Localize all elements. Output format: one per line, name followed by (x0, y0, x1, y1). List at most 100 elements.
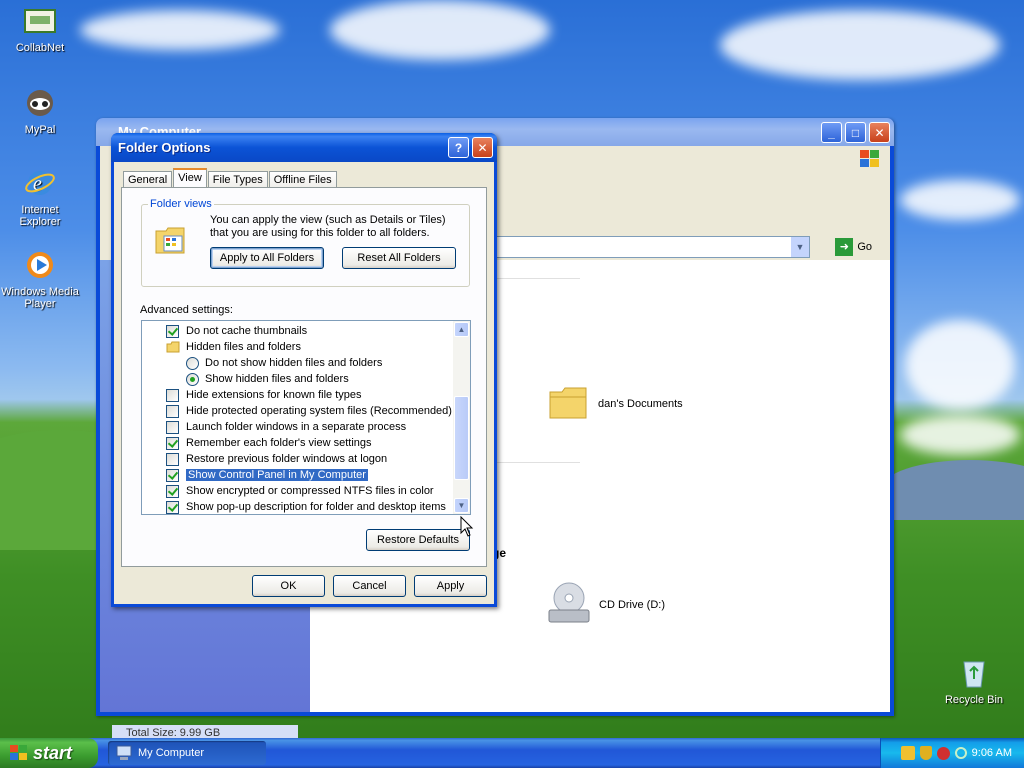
setting-label: Restore previous folder windows at logon (186, 453, 388, 465)
desktop-icon-recycle-bin[interactable]: Recycle Bin (934, 656, 1014, 706)
radio-button[interactable] (186, 372, 199, 386)
internet-explorer-icon: e (23, 166, 57, 200)
restore-defaults-button[interactable]: Restore Defaults (366, 529, 470, 551)
setting-row[interactable]: Hide extensions for known file types (166, 387, 361, 403)
recycle-bin-icon (957, 656, 991, 690)
advanced-settings-label: Advanced settings: (140, 304, 233, 316)
windows-flag-icon (10, 745, 28, 761)
setting-label: Do not cache thumbnails (186, 325, 308, 337)
folder-icon (548, 384, 588, 423)
checkbox[interactable] (166, 388, 179, 402)
desktop-icon-internet-explorer[interactable]: e Internet Explorer (0, 166, 80, 228)
folder-options-dialog: Folder Options ? ✕ General View File Typ… (111, 133, 497, 607)
taskbar-button-my-computer[interactable]: My Computer (108, 741, 266, 765)
folder-views-label: Folder views (148, 198, 214, 210)
setting-row[interactable]: Restore previous folder windows at logon (166, 451, 387, 467)
checkbox[interactable] (166, 484, 179, 498)
folder-views-group: Folder views You can apply the view (suc… (141, 198, 470, 287)
setting-label: Show hidden files and folders (205, 373, 349, 385)
setting-row[interactable]: Show Control Panel in My Computer (166, 467, 368, 483)
cancel-button[interactable]: Cancel (333, 575, 406, 597)
setting-row[interactable]: Launch folder windows in a separate proc… (166, 419, 406, 435)
item-label: dan's Documents (598, 397, 683, 410)
desktop-icon-mypal[interactable]: MyPal (0, 86, 80, 136)
checkbox[interactable] (166, 324, 179, 338)
checkbox[interactable] (166, 404, 179, 418)
security-shield-icon[interactable] (919, 746, 932, 760)
ok-button[interactable]: OK (252, 575, 325, 597)
mouse-pointer-icon (460, 515, 474, 541)
apply-button[interactable]: Apply (414, 575, 487, 597)
alert-icon[interactable] (936, 746, 950, 760)
setting-row[interactable]: Do not show hidden files and folders (186, 355, 382, 371)
setting-row[interactable]: Show hidden files and folders (186, 371, 349, 387)
setting-label: Do not show hidden files and folders (205, 357, 383, 369)
setting-label: Hidden files and folders (186, 341, 301, 353)
setting-label: Hide extensions for known file types (186, 389, 362, 401)
close-button[interactable]: ✕ (869, 122, 890, 143)
desktop-icon-windows-media-player[interactable]: Windows Media Player (0, 248, 80, 310)
setting-label: Show Control Panel in My Computer (186, 469, 368, 481)
vertical-scrollbar[interactable]: ▲ ▼ (453, 321, 470, 514)
checkbox[interactable] (166, 420, 179, 434)
scroll-down-button[interactable]: ▼ (454, 498, 469, 513)
system-tray: 9:06 AM (880, 738, 1024, 768)
setting-label: Launch folder windows in a separate proc… (186, 421, 407, 433)
desktop-icon-collabnet[interactable]: CollabNet (0, 4, 80, 54)
minimize-button[interactable]: _ (821, 122, 842, 143)
dans-documents-item[interactable]: dan's Documents (548, 384, 683, 423)
desktop-icon-label: MyPal (24, 124, 56, 136)
folder-views-icon (154, 225, 188, 258)
go-button[interactable]: ➜ Go (835, 238, 872, 256)
checkbox[interactable] (166, 468, 179, 482)
folder-views-description: You can apply the view (such as Details … (210, 214, 446, 239)
checkbox[interactable] (166, 452, 179, 466)
scroll-up-button[interactable]: ▲ (454, 322, 469, 337)
clock[interactable]: 9:06 AM (972, 747, 1012, 759)
setting-row[interactable]: Show pop-up description for folder and d… (166, 499, 446, 514)
folder-icon (166, 341, 180, 353)
desktop-icon-label: Windows Media Player (1, 286, 79, 310)
setting-row[interactable]: Do not cache thumbnails (166, 323, 307, 339)
start-button[interactable]: start (0, 738, 98, 768)
maximize-button[interactable]: □ (845, 122, 866, 143)
close-button[interactable]: ✕ (472, 137, 493, 158)
go-arrow-icon: ➜ (835, 238, 854, 256)
setting-label: Show encrypted or compressed NTFS files … (186, 485, 434, 497)
cd-drive-icon (545, 580, 593, 629)
apply-to-all-folders-button[interactable]: Apply to All Folders (210, 247, 324, 269)
sync-icon[interactable] (954, 747, 967, 759)
dialog-title: Folder Options (111, 133, 497, 162)
address-bar[interactable]: ▼ (495, 236, 810, 258)
advanced-settings-list[interactable]: Do not cache thumbnails Hidden files and … (141, 320, 471, 515)
setting-row[interactable]: Remember each folder's view settings (166, 435, 372, 451)
setting-row[interactable]: Hide protected operating system files (R… (166, 403, 452, 419)
setting-row[interactable]: Hidden files and folders (166, 339, 301, 355)
item-label: CD Drive (D:) (599, 598, 665, 611)
certificate-icon (23, 4, 57, 38)
desktop-icon-label: Internet Explorer (19, 204, 61, 228)
media-player-icon (23, 248, 57, 282)
help-button[interactable]: ? (448, 137, 469, 158)
view-tab-page: Folder views You can apply the view (suc… (121, 187, 487, 567)
taskbar-button-label: My Computer (138, 747, 205, 759)
computer-icon (116, 745, 132, 761)
radio-button[interactable] (186, 356, 199, 370)
windows-flag-icon (860, 150, 880, 168)
checkbox[interactable] (166, 500, 179, 514)
setting-label: Remember each folder's view settings (186, 437, 372, 449)
desktop-icon-label: CollabNet (15, 42, 65, 54)
chevron-down-icon[interactable]: ▼ (791, 237, 809, 257)
setting-label: Hide protected operating system files (R… (186, 405, 452, 417)
reset-all-folders-button[interactable]: Reset All Folders (342, 247, 456, 269)
desktop-icon-label: Recycle Bin (944, 694, 1004, 706)
setting-label: Show pop-up description for folder and d… (186, 501, 446, 513)
start-label: start (33, 742, 73, 763)
taskbar: start My Computer 9:06 AM (0, 738, 1024, 768)
network-icon[interactable] (900, 746, 915, 760)
scroll-thumb[interactable] (454, 396, 469, 480)
checkbox[interactable] (166, 436, 179, 450)
go-label: Go (857, 241, 872, 253)
setting-row[interactable]: Show encrypted or compressed NTFS files … (166, 483, 434, 499)
cd-drive-item[interactable]: CD Drive (D:) (545, 580, 665, 629)
